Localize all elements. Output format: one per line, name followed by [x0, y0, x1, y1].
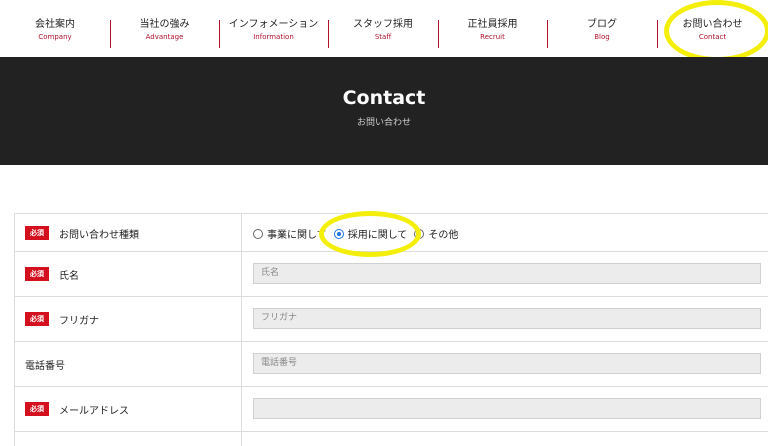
global-nav: 会社案内 Company 当社の強み Advantage インフォメーション I…: [0, 0, 768, 62]
email-label: メールアドレス: [59, 406, 129, 417]
nav-item-label: ブログ: [587, 19, 617, 30]
form-row-inquiry-type: 必須 お問い合わせ種類 事業に関して 採用に関して その他: [14, 211, 768, 257]
name-label: 氏名: [59, 271, 79, 282]
nav-item-label: お問い合わせ: [682, 19, 743, 30]
radio-button[interactable]: [253, 229, 263, 239]
inquiry-type-label: お問い合わせ種類: [59, 230, 139, 241]
nav-item-sublabel: Staff: [374, 33, 392, 41]
form-row-name: 必須 氏名 氏名: [14, 252, 768, 297]
email-input[interactable]: [253, 398, 761, 419]
radio-option-other[interactable]: その他: [414, 226, 458, 241]
nav-item-staff[interactable]: スタッフ採用 Staff: [328, 18, 438, 52]
nav-item-sublabel: Company: [38, 33, 72, 41]
form-row-next: [14, 432, 768, 446]
form-label-cell: 必須 メールアドレス: [15, 387, 242, 431]
nav-item-label: 正社員採用: [467, 19, 518, 30]
nav-item-sublabel: Recruit: [480, 33, 505, 41]
contact-form: 必須 お問い合わせ種類 事業に関して 採用に関して その他 必須 氏名 氏名 必須 …: [14, 211, 768, 446]
nav-item-label: 会社案内: [35, 19, 75, 30]
radio-option-label: 事業に関して: [267, 230, 327, 241]
furigana-input[interactable]: フリガナ: [253, 308, 761, 329]
nav-item-company[interactable]: 会社案内 Company: [0, 18, 110, 52]
form-label-cell: 必須 氏名: [15, 252, 242, 296]
radio-option-recruitment[interactable]: 採用に関して: [333, 226, 408, 241]
required-badge: 必須: [25, 402, 49, 416]
nav-item-label: インフォメーション: [228, 19, 319, 30]
form-row-email: 必須 メールアドレス: [14, 387, 768, 432]
nav-item-sublabel: Blog: [594, 33, 610, 41]
required-badge: 必須: [25, 226, 49, 240]
form-label-cell: 電話番号: [15, 342, 242, 386]
nav-item-advantage[interactable]: 当社の強み Advantage: [110, 18, 219, 52]
nav-item-label: 当社の強み: [139, 19, 190, 30]
phone-label: 電話番号: [25, 361, 65, 372]
name-input[interactable]: 氏名: [253, 263, 761, 284]
form-label-cell: 必須 フリガナ: [15, 297, 242, 341]
form-row-furigana: 必須 フリガナ フリガナ: [14, 297, 768, 342]
radio-button-selected[interactable]: [333, 229, 344, 239]
page-title: Contact: [342, 87, 426, 109]
radio-button[interactable]: [414, 229, 425, 239]
radio-option-business[interactable]: 事業に関して: [253, 226, 327, 241]
inquiry-type-radio-group: 事業に関して 採用に関して その他: [253, 226, 465, 241]
radio-option-label: 採用に関して: [347, 230, 408, 241]
nav-item-recruit[interactable]: 正社員採用 Recruit: [438, 18, 547, 52]
form-label-cell: [15, 432, 242, 446]
page-subtitle: お問い合わせ: [356, 118, 411, 128]
nav-item-contact[interactable]: お問い合わせ Contact: [657, 18, 768, 52]
nav-item-sublabel: Contact: [698, 33, 727, 41]
radio-option-label: その他: [428, 230, 459, 241]
form-label-cell: 必須 お問い合わせ種類: [15, 214, 242, 251]
required-badge: 必須: [25, 312, 49, 326]
nav-item-label: スタッフ採用: [353, 19, 413, 30]
required-badge: 必須: [25, 267, 49, 281]
nav-item-sublabel: Advantage: [145, 33, 184, 41]
form-row-phone: 電話番号 電話番号: [14, 342, 768, 387]
nav-item-information[interactable]: インフォメーション Information: [219, 18, 328, 52]
furigana-label: フリガナ: [59, 316, 99, 327]
page-header-banner: Contact お問い合わせ: [0, 57, 768, 165]
nav-item-sublabel: Information: [253, 33, 294, 41]
nav-item-blog[interactable]: ブログ Blog: [547, 18, 657, 52]
phone-input[interactable]: 電話番号: [253, 353, 761, 374]
